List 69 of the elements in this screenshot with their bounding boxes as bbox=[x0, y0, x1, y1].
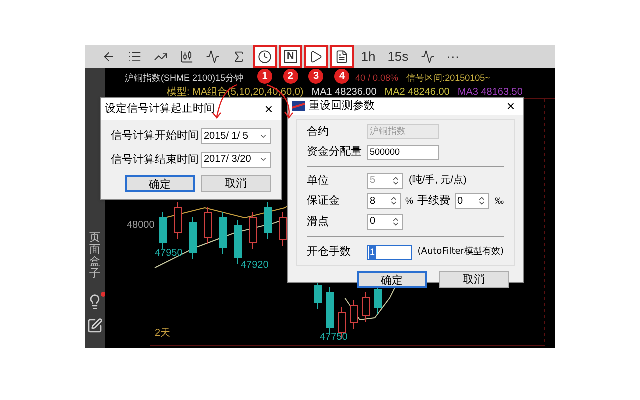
sigma-icon bbox=[232, 50, 246, 64]
wave-icon bbox=[420, 50, 435, 64]
candlestick bbox=[250, 212, 258, 250]
spin-box[interactable]: 0 bbox=[454, 193, 489, 210]
toolbar-button[interactable]: 15s bbox=[382, 45, 414, 68]
indicator-value: MA1 48236.00 bbox=[312, 86, 377, 100]
candlestick bbox=[160, 212, 168, 250]
spinner-arrows-icon bbox=[391, 176, 401, 186]
indicator-value: MA3 48163.50 bbox=[458, 86, 523, 100]
candlestick bbox=[204, 206, 212, 244]
app-logo-icon bbox=[292, 101, 305, 112]
field-label: 信号计算结束时间 bbox=[111, 152, 199, 168]
price-label: 47750 bbox=[320, 331, 348, 345]
chart-header-text: 40 / 0.08% bbox=[356, 72, 399, 85]
back-icon bbox=[102, 50, 116, 64]
field-label: 资金分配量 bbox=[307, 145, 363, 160]
price-label: 47920 bbox=[241, 259, 269, 273]
candlestick bbox=[264, 202, 272, 240]
field-label: 滑点 bbox=[307, 214, 330, 230]
hint-text: (AutoFilter模型有效) bbox=[418, 246, 504, 258]
field-label: 手续费 bbox=[418, 194, 450, 209]
close-button[interactable]: × bbox=[260, 102, 277, 116]
indicator-icon bbox=[206, 50, 220, 64]
clock-icon bbox=[258, 50, 272, 64]
candlestick bbox=[190, 216, 198, 260]
candlestick bbox=[326, 286, 334, 334]
dialog-button[interactable]: 取消 bbox=[201, 175, 271, 192]
dialog-title: 重设回测参数 bbox=[309, 99, 375, 114]
field-label: 合约 bbox=[307, 124, 330, 140]
dialog-button[interactable]: 确定 bbox=[357, 270, 427, 288]
candlestick bbox=[350, 300, 358, 330]
spin-box[interactable]: 0 bbox=[367, 214, 403, 230]
play-icon bbox=[309, 50, 324, 64]
price-label: 47950 bbox=[155, 247, 183, 261]
dialog-button[interactable]: 取消 bbox=[439, 270, 509, 288]
side-tool-button[interactable] bbox=[87, 318, 103, 334]
input-field[interactable]: 1 bbox=[367, 244, 412, 260]
field-label: 信号计算开始时间 bbox=[111, 129, 199, 144]
toolbar-button[interactable]: 1h bbox=[356, 45, 381, 68]
candlestick bbox=[220, 212, 228, 254]
unit-note: (吨/手, 元/点) bbox=[409, 174, 467, 188]
unit-label: % bbox=[405, 194, 414, 208]
chart-header-text: 沪铜指数(SHME 2100)15分钟 bbox=[125, 72, 244, 85]
input-field[interactable]: 500000 bbox=[367, 144, 439, 160]
candlestick bbox=[362, 292, 370, 322]
field-label: 开仓手数 bbox=[307, 245, 352, 260]
chart-header-text: 信号区间:20150105~ bbox=[406, 72, 490, 85]
field-label: 保证金 bbox=[307, 194, 341, 209]
toolbar-button[interactable]: ··· bbox=[442, 45, 465, 68]
candlestick bbox=[280, 212, 288, 246]
price-label: 48000 bbox=[127, 219, 155, 233]
candlestick bbox=[174, 202, 182, 240]
spinner-arrows-icon bbox=[476, 196, 487, 206]
price-label: 2天 bbox=[155, 327, 171, 341]
candlestick bbox=[234, 220, 242, 264]
side-tab[interactable]: 页面盒子 bbox=[90, 232, 100, 280]
spin-box[interactable]: 8 bbox=[367, 193, 402, 210]
document-icon bbox=[335, 50, 350, 64]
indicator-value: MA2 48246.00 bbox=[384, 86, 450, 100]
unit-label: ‰ bbox=[494, 194, 504, 208]
date-picker[interactable]: 2015/ 1/ 5 bbox=[201, 128, 271, 144]
spinner-arrows-icon bbox=[389, 196, 400, 206]
dialog-button[interactable]: 确定 bbox=[125, 175, 195, 192]
close-button[interactable]: × bbox=[502, 99, 519, 114]
dialog-title: 设定信号计算起止时间 bbox=[105, 102, 215, 117]
spinner-arrows-icon bbox=[391, 216, 401, 227]
date-picker[interactable]: 2017/ 3/20 bbox=[201, 152, 271, 168]
field-label: 单位 bbox=[307, 174, 330, 188]
candlestick-icon bbox=[180, 50, 194, 64]
